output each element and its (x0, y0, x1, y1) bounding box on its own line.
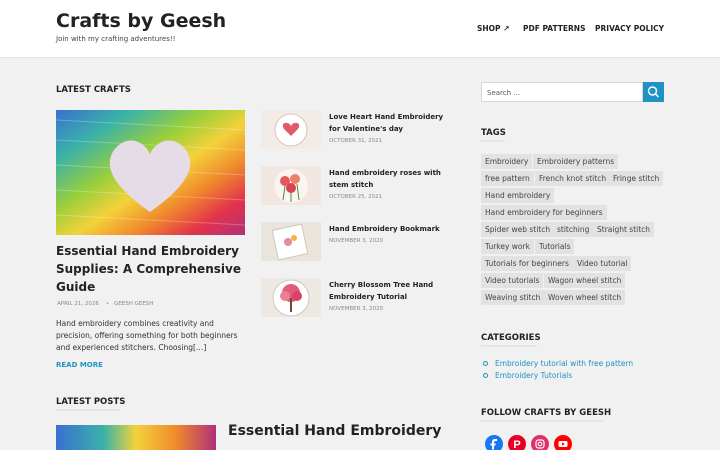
category-link[interactable]: Embroidery tutorial with free pattern (495, 359, 633, 368)
post-thumbnail[interactable] (261, 110, 321, 149)
section-divider (56, 409, 120, 411)
latest-crafts-heading: LATEST CRAFTS (56, 85, 131, 95)
category-link[interactable]: Embroidery Tutorials (495, 371, 572, 380)
tag-link[interactable]: French knot stitch (535, 171, 611, 186)
nav-pdf-patterns[interactable]: PDF PATTERNS (523, 24, 585, 33)
tag-link[interactable]: Wagon wheel stitch (544, 273, 626, 288)
follow-heading: FOLLOW CRAFTS BY GEESH (481, 408, 612, 418)
tag-link[interactable]: Video tutorials (481, 273, 544, 288)
tag-link[interactable]: Turkey work (481, 239, 534, 254)
tag-link[interactable]: Embroidery (481, 154, 533, 169)
tag-link[interactable]: Straight stitch (593, 222, 655, 237)
featured-post-title[interactable]: Essential Hand Embroidery Supplies: A Co… (56, 242, 246, 296)
svg-text:P: P (513, 439, 520, 450)
tag-link[interactable]: Woven wheel stitch (544, 290, 626, 305)
tag-link[interactable]: Fringe stitch (609, 171, 664, 186)
tag-link[interactable]: Hand embroidery (481, 188, 555, 203)
post-thumbnail[interactable] (261, 166, 321, 205)
post-thumbnail[interactable] (261, 278, 321, 317)
tag-link[interactable]: Hand embroidery for beginners (481, 205, 607, 220)
post-title[interactable]: Hand Embroidery Bookmark (329, 223, 454, 235)
tag-link[interactable]: stitching (553, 222, 594, 237)
tag-link[interactable]: Tutorials (535, 239, 575, 254)
search-input[interactable]: Search … (481, 82, 643, 102)
post-date[interactable]: OCTOBER 25, 2021 (329, 194, 382, 200)
tags-heading: TAGS (481, 128, 506, 138)
tag-link[interactable]: Embroidery patterns (533, 154, 619, 169)
post-title[interactable]: Cherry Blossom Tree Hand Embroidery Tuto… (329, 279, 454, 303)
section-divider (481, 140, 505, 142)
tag-link[interactable]: Weaving stitch (481, 290, 545, 305)
list-bullet (483, 361, 488, 366)
featured-post-excerpt: Hand embroidery combines creativity and … (56, 319, 238, 352)
facebook-icon[interactable] (485, 435, 503, 450)
post-title[interactable]: Essential Hand Embroidery (228, 423, 441, 439)
meta-separator: • (106, 301, 110, 307)
post-title[interactable]: Love Heart Hand Embroidery for Valentine… (329, 111, 454, 135)
tag-link[interactable]: free pattern (481, 171, 534, 186)
site-title[interactable]: Crafts by Geesh (56, 10, 226, 32)
search-icon (647, 86, 660, 98)
post-thumbnail[interactable] (261, 222, 321, 261)
categories-heading: CATEGORIES (481, 333, 541, 343)
site-header: Crafts by Geesh Join with my crafting ad… (0, 0, 720, 58)
post-image[interactable] (56, 425, 216, 450)
latest-posts-heading: LATEST POSTS (56, 397, 126, 407)
post-date[interactable]: NOVEMBER 3, 2020 (329, 238, 383, 244)
nav-privacy-policy[interactable]: PRIVACY POLICY (595, 24, 664, 33)
site-tagline: Join with my crafting adventures!! (56, 35, 176, 43)
nav-shop[interactable]: SHOP ↗ (477, 24, 509, 33)
section-divider (481, 345, 537, 347)
featured-post-date[interactable]: APRIL 21, 2026 (57, 301, 99, 307)
search-button[interactable] (643, 82, 664, 102)
list-bullet (483, 373, 488, 378)
post-date[interactable]: NOVEMBER 3, 2020 (329, 306, 383, 312)
youtube-icon[interactable] (554, 435, 572, 450)
pinterest-icon[interactable]: P (508, 435, 526, 450)
instagram-icon[interactable] (531, 435, 549, 450)
tag-link[interactable]: Video tutorial (573, 256, 632, 271)
featured-post-author[interactable]: GEESH GEESH (114, 301, 153, 307)
featured-post-image[interactable] (56, 110, 245, 235)
post-date[interactable]: OCTOBER 31, 2021 (329, 138, 382, 144)
tag-link[interactable]: Spider web stitch (481, 222, 555, 237)
section-divider (481, 420, 603, 422)
read-more-link[interactable]: READ MORE (56, 361, 103, 369)
post-title[interactable]: Hand embroidery roses with stem stitch (329, 167, 454, 191)
tag-link[interactable]: Tutorials for beginners (481, 256, 573, 271)
